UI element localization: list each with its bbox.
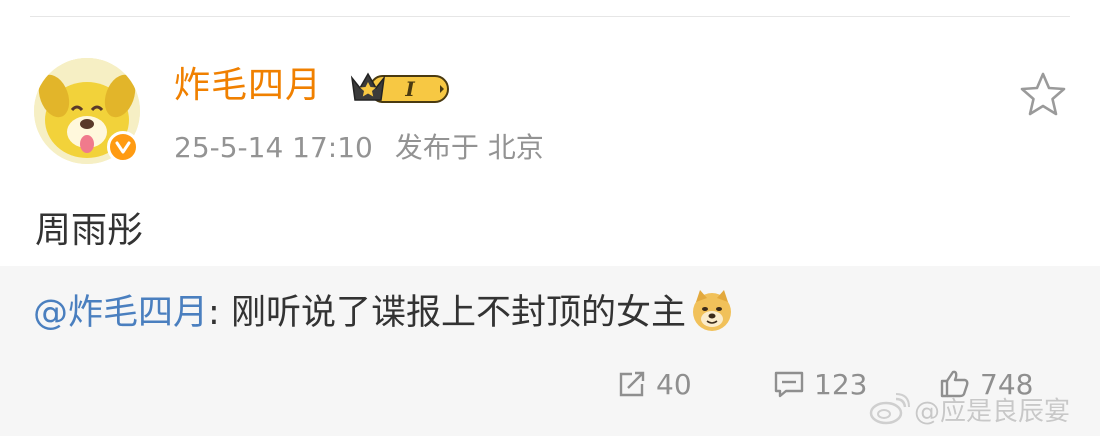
comment-count: 123 (814, 367, 868, 401)
quote-separator: : (208, 293, 231, 333)
star-icon (1020, 72, 1066, 116)
repost-button[interactable]: 40 (616, 364, 692, 404)
quoted-post[interactable]: @炸毛四月: 刚听说了谍报上不封顶的女主 (33, 288, 734, 337)
favorite-star-button[interactable] (1018, 70, 1068, 120)
watermark: @应是良辰宴 (868, 390, 1070, 428)
post-location: 发布于 北京 (394, 131, 544, 164)
verified-badge-icon (107, 131, 139, 163)
top-divider (30, 16, 1070, 17)
vip-level: I (404, 77, 415, 101)
repost-count: 40 (656, 367, 692, 401)
comment-icon (774, 371, 804, 398)
post-meta: 25-5-14 17:10 发布于 北京 (174, 129, 544, 167)
repost-icon (619, 371, 645, 397)
quoted-author-mention[interactable]: @炸毛四月 (33, 293, 208, 333)
author-name[interactable]: 炸毛四月 (174, 62, 322, 110)
watermark-text: @应是良辰宴 (914, 396, 1071, 427)
post-time: 25-5-14 17:10 (174, 131, 373, 164)
post-text: 周雨彤 (35, 210, 144, 251)
comment-button[interactable]: 123 (772, 364, 867, 404)
doge-emoji-icon (692, 290, 731, 331)
vip-crown-badge[interactable]: I (348, 68, 452, 108)
weibo-logo-icon (869, 393, 910, 425)
quoted-text: 刚听说了谍报上不封顶的女主 (230, 293, 686, 333)
